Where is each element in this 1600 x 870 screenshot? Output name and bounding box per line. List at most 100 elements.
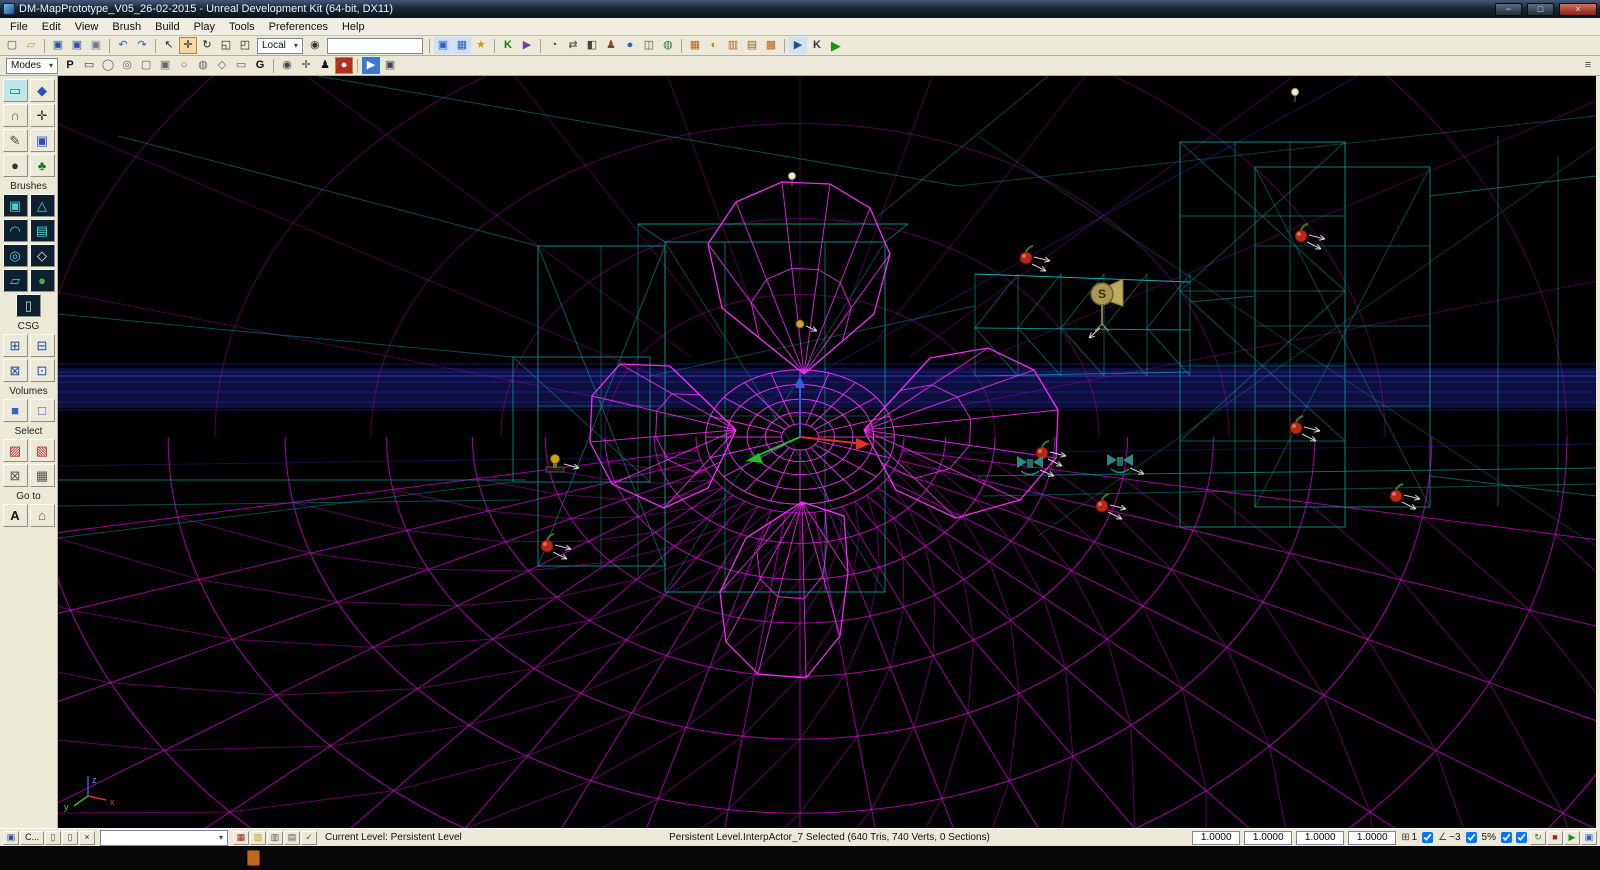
sheet-shape-icon[interactable]: ▭ [232, 57, 250, 74]
path-network-icon[interactable]: ⇄ [564, 37, 582, 54]
goto-actor-icon[interactable]: A [2, 504, 28, 527]
content-browser-icon[interactable]: ▣ [433, 37, 452, 54]
menu-item-tools[interactable]: Tools [222, 20, 262, 34]
menu-item-play[interactable]: Play [187, 20, 222, 34]
lock-readonly-icon[interactable]: ◫ [640, 37, 658, 54]
perspective-viewport[interactable]: Sz y x [58, 76, 1596, 828]
save-all-icon[interactable]: ▣ [68, 37, 86, 54]
linear-staircase-icon[interactable]: ▤ [29, 219, 55, 242]
close-button[interactable]: × [1559, 2, 1597, 16]
sphere-brush-icon[interactable]: ● [29, 269, 55, 292]
maximize-button[interactable]: □ [1527, 2, 1554, 16]
volumetric-brush-icon[interactable]: ▯ [16, 294, 41, 317]
pane-right-icon[interactable]: ▯ [62, 830, 79, 845]
circle-shape-icon[interactable]: ○ [175, 57, 193, 74]
selected-interpactor-fan[interactable] [589, 181, 1059, 679]
taskbar-notification-icon[interactable] [247, 850, 260, 866]
find-actors-icon[interactable]: ◉ [306, 37, 324, 54]
menu-item-help[interactable]: Help [335, 20, 372, 34]
health-pickup-sprite[interactable] [1095, 493, 1127, 520]
build-cover-icon[interactable]: ▤ [743, 37, 761, 54]
box-shape-icon[interactable]: ▣ [156, 57, 174, 74]
modes-select[interactable]: Modes ▾ [6, 57, 59, 74]
save-external-icon[interactable]: ▣ [87, 37, 105, 54]
open-map-icon[interactable]: ▱ [22, 37, 40, 54]
search-input[interactable] [326, 37, 423, 54]
play-in-editor-icon[interactable]: ▶ [788, 37, 807, 54]
camera-mode-icon[interactable]: ▭ [2, 79, 28, 102]
drawscale-x-field[interactable] [1244, 830, 1293, 845]
translate-tool-icon[interactable]: ✛ [179, 37, 197, 54]
volume-visibility-icon[interactable]: ◧ [583, 37, 601, 54]
translate-widget-icon[interactable]: ✛ [29, 104, 55, 127]
menu-item-file[interactable]: File [3, 20, 35, 34]
drag-grid-checkbox[interactable] [1422, 832, 1434, 843]
content-browser-tab-button[interactable]: C... [20, 830, 45, 845]
crowd-spawner-icon[interactable]: ♟ [602, 37, 620, 54]
menu-item-view[interactable]: View [68, 20, 106, 34]
autosave-checkbox[interactable] [1516, 832, 1527, 843]
goto-builder-brush-icon[interactable]: ⌂ [29, 504, 55, 527]
browser-window-icon[interactable]: ▣ [3, 830, 19, 845]
health-pickup-sprite[interactable] [1019, 245, 1051, 272]
spiral-staircase-icon[interactable]: ◎ [2, 244, 28, 267]
level-stream-select[interactable]: ▾ [100, 829, 229, 846]
split-horizontal-icon[interactable]: ▥ [267, 830, 284, 845]
info-icon[interactable]: ▣ [1581, 830, 1597, 845]
torus-shape-icon[interactable]: ◎ [118, 57, 136, 74]
select-box-icon[interactable]: ▭ [80, 57, 98, 74]
geometry-mode-icon[interactable]: ◆ [29, 79, 55, 102]
rotation-grid-icon[interactable]: ∠ [1438, 832, 1447, 843]
save-map-icon[interactable]: ▣ [49, 37, 67, 54]
csg-intersect-icon[interactable]: ⊠ [2, 359, 28, 382]
coordinate-system-select[interactable]: Local ▾ [257, 37, 303, 54]
drag-grid-icon[interactable]: ⊞ [1401, 832, 1409, 843]
actor-browser-icon[interactable]: ▦ [452, 37, 471, 54]
kismet-icon[interactable]: K [499, 37, 517, 54]
new-map-icon[interactable]: ▢ [3, 37, 21, 54]
play-level-icon[interactable]: ▶ [827, 37, 845, 54]
close-pane-icon[interactable]: × [79, 830, 96, 845]
physics-gun-icon[interactable]: ● [621, 37, 639, 54]
diamond-shape-icon[interactable]: ◇ [213, 57, 231, 74]
select-tool-icon[interactable]: ↖ [160, 37, 178, 54]
realtime-audio-icon[interactable]: ▶ [1564, 830, 1580, 845]
play-on-device-icon[interactable]: K [808, 37, 826, 54]
minimize-button[interactable]: − [1495, 2, 1522, 16]
tetrahedron-brush-icon[interactable]: ◇ [29, 244, 55, 267]
menu-item-edit[interactable]: Edit [35, 20, 68, 34]
pane-left-icon[interactable]: ▯ [45, 830, 62, 845]
drawscale-field[interactable] [1192, 830, 1241, 845]
csg-add-icon[interactable]: ⊞ [2, 334, 28, 357]
matinee-status-icon[interactable]: ▦ [233, 830, 250, 845]
menu-item-brush[interactable]: Brush [105, 20, 148, 34]
select-touching-icon[interactable]: ▧ [29, 439, 55, 462]
scale-snap-checkbox[interactable] [1501, 832, 1512, 843]
letter-g-icon[interactable]: G [251, 57, 269, 74]
undo-icon[interactable]: ↶ [114, 37, 132, 54]
invert-selection-icon[interactable]: ▦ [29, 464, 55, 487]
csg-subtract-icon[interactable]: ⊟ [29, 334, 55, 357]
drawscale-z-field[interactable] [1348, 830, 1397, 845]
matinee-icon[interactable]: ▶ [518, 37, 536, 54]
world-properties-icon[interactable]: ◍ [659, 37, 677, 54]
menu-item-build[interactable]: Build [148, 20, 186, 34]
split-vertical-icon[interactable]: ▤ [284, 830, 301, 845]
status-ok-icon[interactable]: ✓ [301, 830, 318, 845]
build-paths-icon[interactable]: ▥ [724, 37, 742, 54]
scale-tool-icon[interactable]: ◱ [217, 37, 235, 54]
terrain-circle-icon[interactable]: ◯ [99, 57, 117, 74]
eye-icon[interactable]: ◉ [278, 57, 296, 74]
mesh-paint-icon[interactable]: ▣ [29, 129, 55, 152]
curved-staircase-icon[interactable]: ◠ [2, 219, 28, 242]
letter-p-icon[interactable]: P [61, 57, 79, 74]
texture-paint-icon[interactable]: ✎ [2, 129, 28, 152]
deselect-all-icon[interactable]: ⊠ [2, 464, 28, 487]
cube-shape-icon[interactable]: ▢ [137, 57, 155, 74]
autosave-icon[interactable]: ↻ [1530, 830, 1546, 845]
add-volume-icon[interactable]: ■ [2, 399, 28, 422]
terrain-mode-icon[interactable]: ∩ [2, 104, 28, 127]
select-inside-icon[interactable]: ▨ [2, 439, 28, 462]
weapon-pickup-sprite[interactable] [545, 454, 580, 473]
matinee-camera-icon[interactable]: ● [335, 57, 354, 74]
